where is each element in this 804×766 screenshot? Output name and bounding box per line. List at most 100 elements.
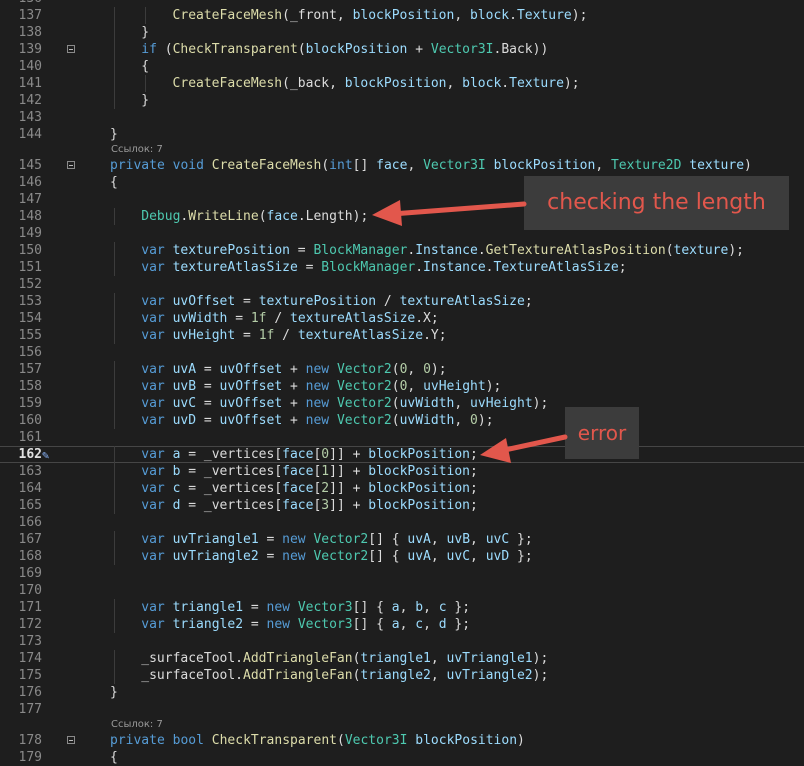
code-line[interactable]: 174 _surfaceTool.AddTriangleFan(triangle1…	[0, 650, 804, 667]
code-line[interactable]: 178 private bool CheckTransparent(Vector3…	[0, 732, 804, 749]
code-line[interactable]: 159 var uvC = uvOffset + new Vector2(uvWi…	[0, 395, 804, 412]
code-line[interactable]: 165 var d = _vertices[face[3]] + blockPos…	[0, 497, 804, 514]
code-token: CreateFaceMesh	[172, 76, 283, 91]
code-token: =	[227, 311, 251, 326]
code-line[interactable]: 167 var uvTriangle1 = new Vector2[] { uvA…	[0, 531, 804, 548]
code-line[interactable]: 143	[0, 109, 804, 126]
code-line[interactable]: 152	[0, 276, 804, 293]
code-line[interactable]: 144}	[0, 126, 804, 143]
code-lens-references[interactable]: Ссылок: 7	[0, 718, 804, 732]
code-token: 0	[423, 362, 431, 377]
code-token: ,	[399, 600, 416, 615]
code-token: c	[415, 617, 424, 632]
code-line[interactable]: 142}	[0, 92, 804, 109]
code-line[interactable]: 175 _surfaceTool.AddTriangleFan(triangle2…	[0, 667, 804, 684]
code-token: Vector2	[313, 549, 369, 564]
indent-guide	[114, 412, 115, 429]
code-line[interactable]: 136	[0, 0, 804, 7]
code-token: =	[258, 532, 283, 547]
code-token: ,	[430, 668, 447, 683]
code-line[interactable]: 154 var uvWidth = 1f / textureAtlasSize.X…	[0, 310, 804, 327]
code-line[interactable]: 160 var uvD = uvOffset + new Vector2(uvWi…	[0, 412, 804, 429]
collapse-icon[interactable]	[67, 736, 75, 744]
code-token: uvTriangle2	[446, 668, 533, 683]
code-editor[interactable]: 136137CreateFaceMesh(_front, blockPositi…	[0, 0, 804, 766]
code-token: blockPosition	[368, 447, 471, 462]
code-line[interactable]: 173	[0, 633, 804, 650]
code-line[interactable]: 177	[0, 701, 804, 718]
code-token: = _vertices[	[180, 498, 283, 513]
code-token: face	[282, 481, 314, 496]
code-token: ;	[524, 294, 533, 309]
code-token: ,	[446, 76, 463, 91]
code-token: a	[391, 600, 400, 615]
code-token: };	[509, 549, 533, 564]
code-line[interactable]: 170	[0, 582, 804, 599]
code-token: =	[243, 600, 267, 615]
indent-guide	[114, 310, 115, 327]
code-lens-references[interactable]: Ссылок: 7	[0, 143, 804, 157]
line-number: 174	[18, 651, 42, 666]
code-line[interactable]: 137 CreateFaceMesh(_front, blockPosition,…	[0, 7, 804, 24]
code-token: uvOffset	[219, 396, 283, 411]
code-token: uvWidth	[172, 311, 228, 326]
edit-pencil-icon[interactable]: ✎	[42, 447, 49, 464]
code-token: =	[243, 617, 267, 632]
code-token: triangle2	[360, 668, 431, 683]
code-line[interactable]: 150 var texturePosition = BlockManager.In…	[0, 242, 804, 259]
code-token: var	[141, 260, 165, 275]
code-token: =	[196, 362, 220, 377]
code-line[interactable]: 169	[0, 565, 804, 582]
code-token: b	[415, 600, 424, 615]
collapse-icon[interactable]	[67, 45, 75, 53]
code-line[interactable]: 176}	[0, 684, 804, 701]
code-line[interactable]: 145 private void CreateFaceMesh(int[] fac…	[0, 157, 804, 174]
code-line[interactable]: 151 var textureAtlasSize = BlockManager.I…	[0, 259, 804, 276]
code-line[interactable]: 163 var b = _vertices[face[1]] + blockPos…	[0, 463, 804, 480]
references-count[interactable]: Ссылок: 7	[111, 718, 163, 732]
code-tokens: var d = _vertices[face[3]] + blockPositi…	[141, 497, 478, 514]
code-token: var	[141, 294, 165, 309]
code-token: new	[266, 600, 290, 615]
collapse-icon[interactable]	[67, 161, 75, 169]
code-line[interactable]: 158 var uvB = uvOffset + new Vector2(0, u…	[0, 378, 804, 395]
indent-guide	[114, 395, 115, 412]
code-line[interactable]: 155 var uvHeight = 1f / textureAtlasSize.…	[0, 327, 804, 344]
code-tokens: var textureAtlasSize = BlockManager.Inst…	[141, 259, 626, 276]
code-token: ,	[430, 651, 447, 666]
code-token: Vector3I	[344, 733, 408, 748]
code-line[interactable]: 168 var uvTriangle2 = new Vector2[] { uvA…	[0, 548, 804, 565]
code-token: }	[110, 127, 118, 142]
code-line[interactable]: 153 var uvOffset = texturePosition / text…	[0, 293, 804, 310]
line-number: 172	[18, 617, 42, 632]
code-line[interactable]: 157 var uvA = uvOffset + new Vector2(0, 0…	[0, 361, 804, 378]
code-line[interactable]: 161	[0, 429, 804, 446]
code-token: /	[274, 328, 298, 343]
code-tokens: }	[110, 684, 118, 701]
code-line[interactable]: 166	[0, 514, 804, 531]
indent-guide	[114, 446, 115, 463]
code-line[interactable]: 141 CreateFaceMesh(_back, blockPosition, …	[0, 75, 804, 92]
code-token: face	[282, 464, 314, 479]
code-line[interactable]: 139 if (CheckTransparent(blockPosition + …	[0, 41, 804, 58]
code-token: = _vertices[	[180, 481, 283, 496]
code-line-current[interactable]: 162 ✎ var a = _vertices[face[0]] + blockPo…	[0, 446, 804, 463]
line-number: 168	[18, 549, 42, 564]
code-line[interactable]: 164 var c = _vertices[face[2]] + blockPos…	[0, 480, 804, 497]
code-token: var	[141, 413, 165, 428]
code-line[interactable]: 140 {	[0, 58, 804, 75]
references-count[interactable]: Ссылок: 7	[111, 143, 163, 157]
code-line[interactable]: 172 var triangle2 = new Vector3[] { a, c,…	[0, 616, 804, 633]
code-line[interactable]: 138}	[0, 24, 804, 41]
code-token: (	[337, 733, 345, 748]
code-line[interactable]: 156	[0, 344, 804, 361]
code-token: Vector2	[313, 532, 369, 547]
code-line[interactable]: 171 var triangle1 = new Vector3[] { a, b,…	[0, 599, 804, 616]
code-token: ,	[407, 362, 424, 377]
